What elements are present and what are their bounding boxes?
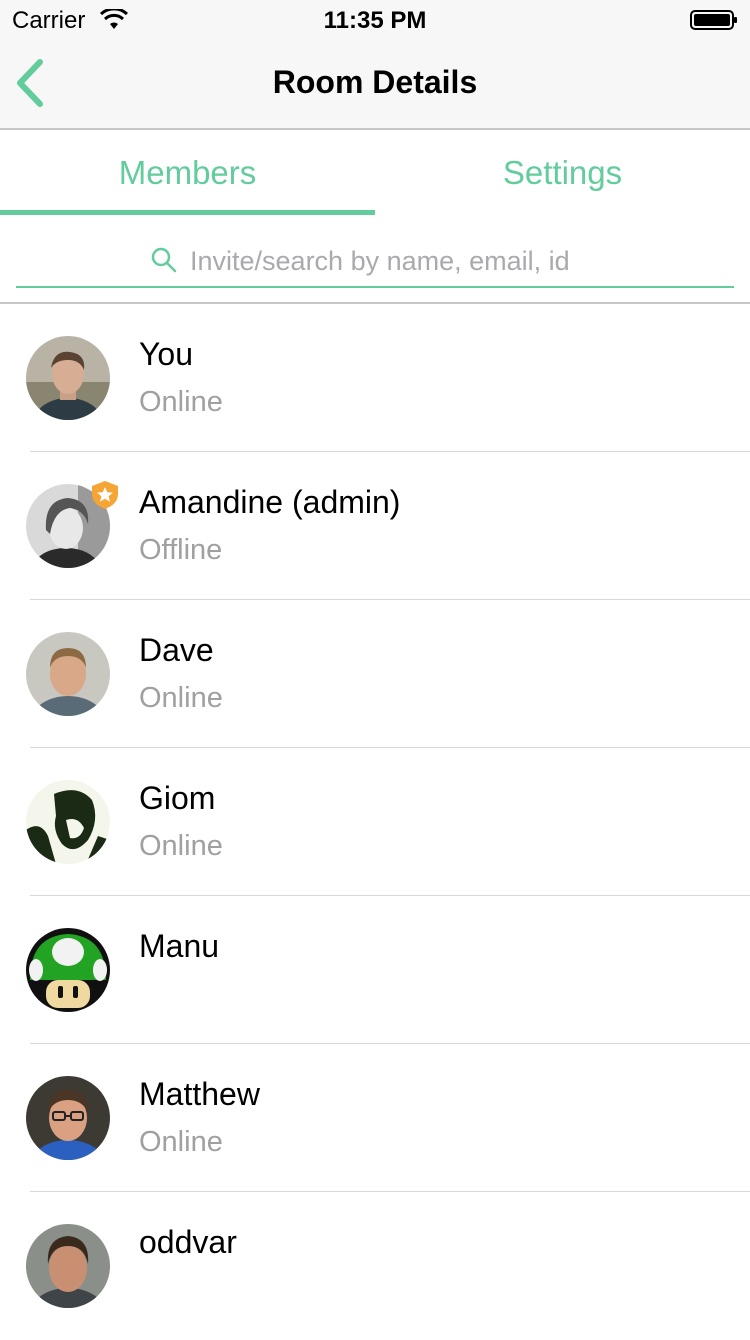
avatar [26,780,110,864]
status-time: 11:35 PM [323,7,427,34]
member-row-dave[interactable]: Dave Online [0,600,750,748]
member-name: Matthew [139,1076,260,1112]
status-bar: Carrier 11:35 PM [0,0,750,40]
member-name: oddvar [139,1224,237,1260]
member-presence: Offline [139,534,223,566]
navigation-bar: Room Details [0,40,750,130]
member-name: Giom [139,780,216,816]
avatar [26,1224,110,1308]
search-icon [151,247,177,273]
star-shield-icon [92,481,118,509]
member-row-manu[interactable]: Manu [0,896,750,1044]
tab-members[interactable]: Members [0,130,375,216]
page-title: Room Details [272,64,478,100]
tab-settings[interactable]: Settings [375,130,750,216]
battery-icon [690,10,737,30]
member-presence: Online [139,682,223,714]
avatar [26,928,110,1012]
member-name: Dave [139,632,214,668]
avatar [26,632,110,716]
member-presence: Online [139,386,223,418]
selected-tab-indicator [0,210,375,215]
member-presence: Online [139,1126,223,1158]
member-row-oddvar[interactable]: oddvar [0,1192,750,1340]
tab-bar: Members Settings [0,130,750,216]
member-row-matthew[interactable]: Matthew Online [0,1044,750,1192]
member-name: Amandine (admin) [139,484,401,520]
member-row-you[interactable]: You Online [0,304,750,452]
member-row-amandine[interactable]: Amandine (admin) Offline [0,452,750,600]
avatar [26,336,110,420]
avatar [26,1076,110,1160]
invite-search-bar [16,232,734,288]
invite-search-input[interactable] [188,240,712,282]
member-row-giom[interactable]: Giom Online [0,748,750,896]
member-presence: Online [139,830,223,862]
member-name: Manu [139,928,220,964]
member-name: You [139,336,193,372]
